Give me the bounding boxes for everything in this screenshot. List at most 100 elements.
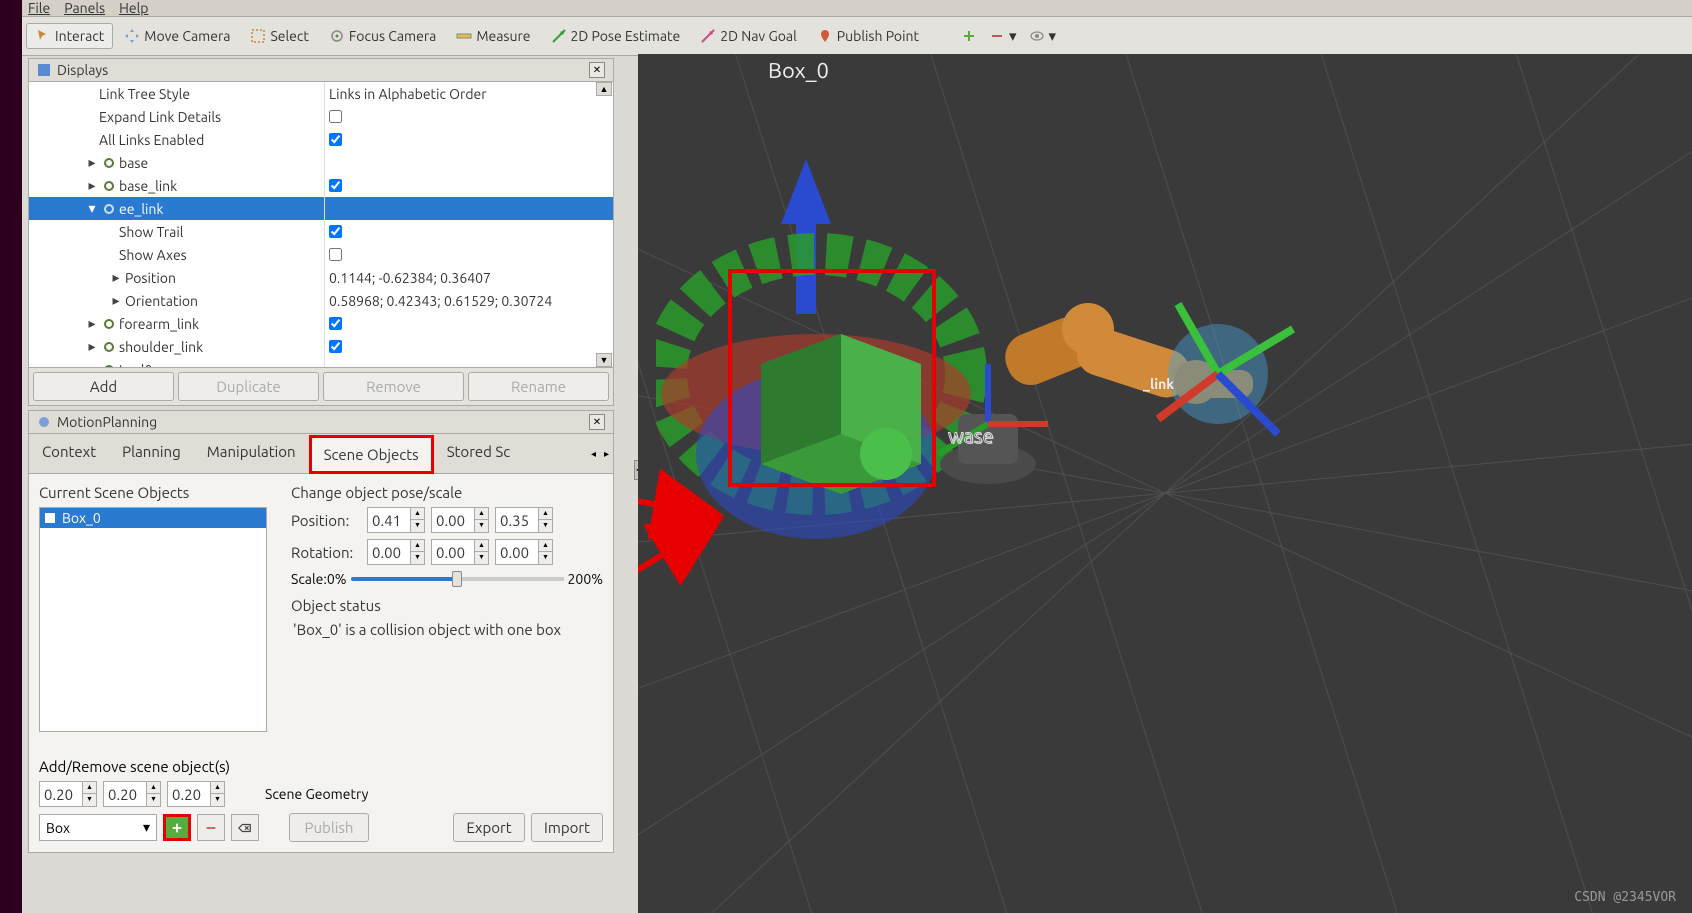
spin-up[interactable]: ▲ <box>146 782 160 794</box>
spin-up[interactable]: ▲ <box>210 782 224 794</box>
tab-context[interactable]: Context <box>29 434 109 473</box>
select-button[interactable]: Select <box>241 23 317 49</box>
duplicate-display-button[interactable]: Duplicate <box>178 372 319 401</box>
scroll-down-button[interactable]: ▼ <box>596 353 612 367</box>
scale-slider-thumb[interactable] <box>452 571 462 587</box>
val-base-link[interactable] <box>325 174 613 197</box>
val-show-axes[interactable] <box>325 243 613 266</box>
dim-x-input[interactable] <box>40 784 82 805</box>
add-display-button[interactable]: Add <box>33 372 174 401</box>
rot-x-spinner[interactable]: ▲▼ <box>367 539 425 565</box>
forearm-link-checkbox[interactable] <box>329 317 342 330</box>
tab-scene-objects[interactable]: Scene Objects <box>309 435 434 474</box>
mp-close-button[interactable]: ✕ <box>589 414 605 430</box>
val-expand-link-details[interactable] <box>325 105 613 128</box>
remove-display-button[interactable]: Remove <box>323 372 464 401</box>
rot-y-spinner[interactable]: ▲▼ <box>431 539 489 565</box>
chevron-right-icon[interactable]: ▸ <box>85 338 99 355</box>
tab-manipulation[interactable]: Manipulation <box>194 434 309 473</box>
spin-up[interactable]: ▲ <box>538 540 552 552</box>
all-links-enabled-checkbox[interactable] <box>329 133 342 146</box>
tab-scroll-right[interactable]: ▸ <box>600 448 613 460</box>
tree-row-all-links-enabled[interactable]: All Links Enabled <box>29 128 324 151</box>
focus-camera-button[interactable]: Focus Camera <box>320 23 445 49</box>
add-object-button[interactable] <box>163 814 191 841</box>
pose-estimate-button[interactable]: 2D Pose Estimate <box>542 23 690 49</box>
chevron-right-icon[interactable]: ▸ <box>85 154 99 171</box>
expand-link-details-checkbox[interactable] <box>329 110 342 123</box>
val-show-trail[interactable] <box>325 220 613 243</box>
spin-down[interactable]: ▼ <box>210 794 224 806</box>
show-trail-checkbox[interactable] <box>329 225 342 238</box>
spin-down[interactable]: ▼ <box>410 552 424 564</box>
shoulder-link-checkbox[interactable] <box>329 340 342 353</box>
rename-display-button[interactable]: Rename <box>468 372 609 401</box>
pos-x-input[interactable] <box>368 510 410 531</box>
dim-z-input[interactable] <box>168 784 210 805</box>
tree-row-base[interactable]: ▸base <box>29 151 324 174</box>
menu-panels[interactable]: Panels <box>64 0 105 16</box>
remove-tool-button[interactable]: ▾ <box>984 22 1022 50</box>
spin-down[interactable]: ▼ <box>410 520 424 532</box>
tree-label-column[interactable]: Link Tree Style Expand Link Details All … <box>29 82 325 367</box>
dim-y-spinner[interactable]: ▲▼ <box>103 781 161 807</box>
rot-z-input[interactable] <box>496 542 538 563</box>
remove-object-button[interactable] <box>197 814 225 841</box>
tree-row-shoulder-link[interactable]: ▸shoulder_link <box>29 335 324 358</box>
val-all-links-enabled[interactable] <box>325 128 613 151</box>
tree-row-expand-link-details[interactable]: Expand Link Details <box>29 105 324 128</box>
chevron-right-icon[interactable]: ▸ <box>85 361 99 367</box>
spin-down[interactable]: ▼ <box>146 794 160 806</box>
spin-up[interactable]: ▲ <box>410 508 424 520</box>
spin-up[interactable]: ▲ <box>410 540 424 552</box>
spin-up[interactable]: ▲ <box>474 540 488 552</box>
displays-close-button[interactable]: ✕ <box>589 62 605 78</box>
spin-up[interactable]: ▲ <box>538 508 552 520</box>
tree-row-base-link[interactable]: ▸base_link <box>29 174 324 197</box>
tree-row-forearm-link[interactable]: ▸forearm_link <box>29 312 324 335</box>
cso-list[interactable]: Box_0 <box>39 507 267 732</box>
spin-up[interactable]: ▲ <box>82 782 96 794</box>
dim-x-spinner[interactable]: ▲▼ <box>39 781 97 807</box>
viewport-3d[interactable]: Box_0 <box>638 54 1692 913</box>
spin-down[interactable]: ▼ <box>538 520 552 532</box>
tree-row-show-trail[interactable]: Show Trail <box>29 220 324 243</box>
tree-row-show-axes[interactable]: Show Axes <box>29 243 324 266</box>
cso-item-box0[interactable]: Box_0 <box>40 508 266 528</box>
pos-z-input[interactable] <box>496 510 538 531</box>
pos-y-spinner[interactable]: ▲▼ <box>431 507 489 533</box>
show-axes-checkbox[interactable] <box>329 248 342 261</box>
view-tool-button[interactable]: ▾ <box>1024 22 1062 50</box>
tree-row-tool0[interactable]: ▸tool0 <box>29 358 324 367</box>
import-scene-button[interactable]: Import <box>531 813 603 842</box>
pos-x-spinner[interactable]: ▲▼ <box>367 507 425 533</box>
spin-up[interactable]: ▲ <box>474 508 488 520</box>
rot-y-input[interactable] <box>432 542 474 563</box>
chevron-right-icon[interactable]: ▸ <box>109 292 123 309</box>
spin-down[interactable]: ▼ <box>474 552 488 564</box>
chevron-right-icon[interactable]: ▸ <box>85 177 99 194</box>
val-shoulder-link[interactable] <box>325 335 613 358</box>
tree-row-ee-link[interactable]: ▾ee_link <box>29 197 324 220</box>
scale-slider[interactable] <box>351 577 564 581</box>
move-camera-button[interactable]: Move Camera <box>115 23 239 49</box>
shape-combo[interactable]: Box ▾ <box>39 814 157 841</box>
clear-object-button[interactable] <box>231 814 259 841</box>
pos-y-input[interactable] <box>432 510 474 531</box>
tree-row-orientation[interactable]: ▸Orientation <box>29 289 324 312</box>
add-tool-button[interactable] <box>956 23 982 49</box>
spin-down[interactable]: ▼ <box>82 794 96 806</box>
publish-scene-button[interactable]: Publish <box>289 813 369 842</box>
spin-down[interactable]: ▼ <box>474 520 488 532</box>
val-forearm-link[interactable] <box>325 312 613 335</box>
publish-point-button[interactable]: Publish Point <box>808 23 928 49</box>
tab-stored-scenes[interactable]: Stored Sc <box>434 434 524 473</box>
tab-scroll-left[interactable]: ◂ <box>587 448 600 460</box>
chevron-right-icon[interactable]: ▸ <box>109 269 123 286</box>
pos-z-spinner[interactable]: ▲▼ <box>495 507 553 533</box>
export-scene-button[interactable]: Export <box>453 813 525 842</box>
rot-z-spinner[interactable]: ▲▼ <box>495 539 553 565</box>
menu-help[interactable]: Help <box>119 0 148 16</box>
spin-down[interactable]: ▼ <box>538 552 552 564</box>
cso-item-checkbox[interactable] <box>44 512 56 524</box>
